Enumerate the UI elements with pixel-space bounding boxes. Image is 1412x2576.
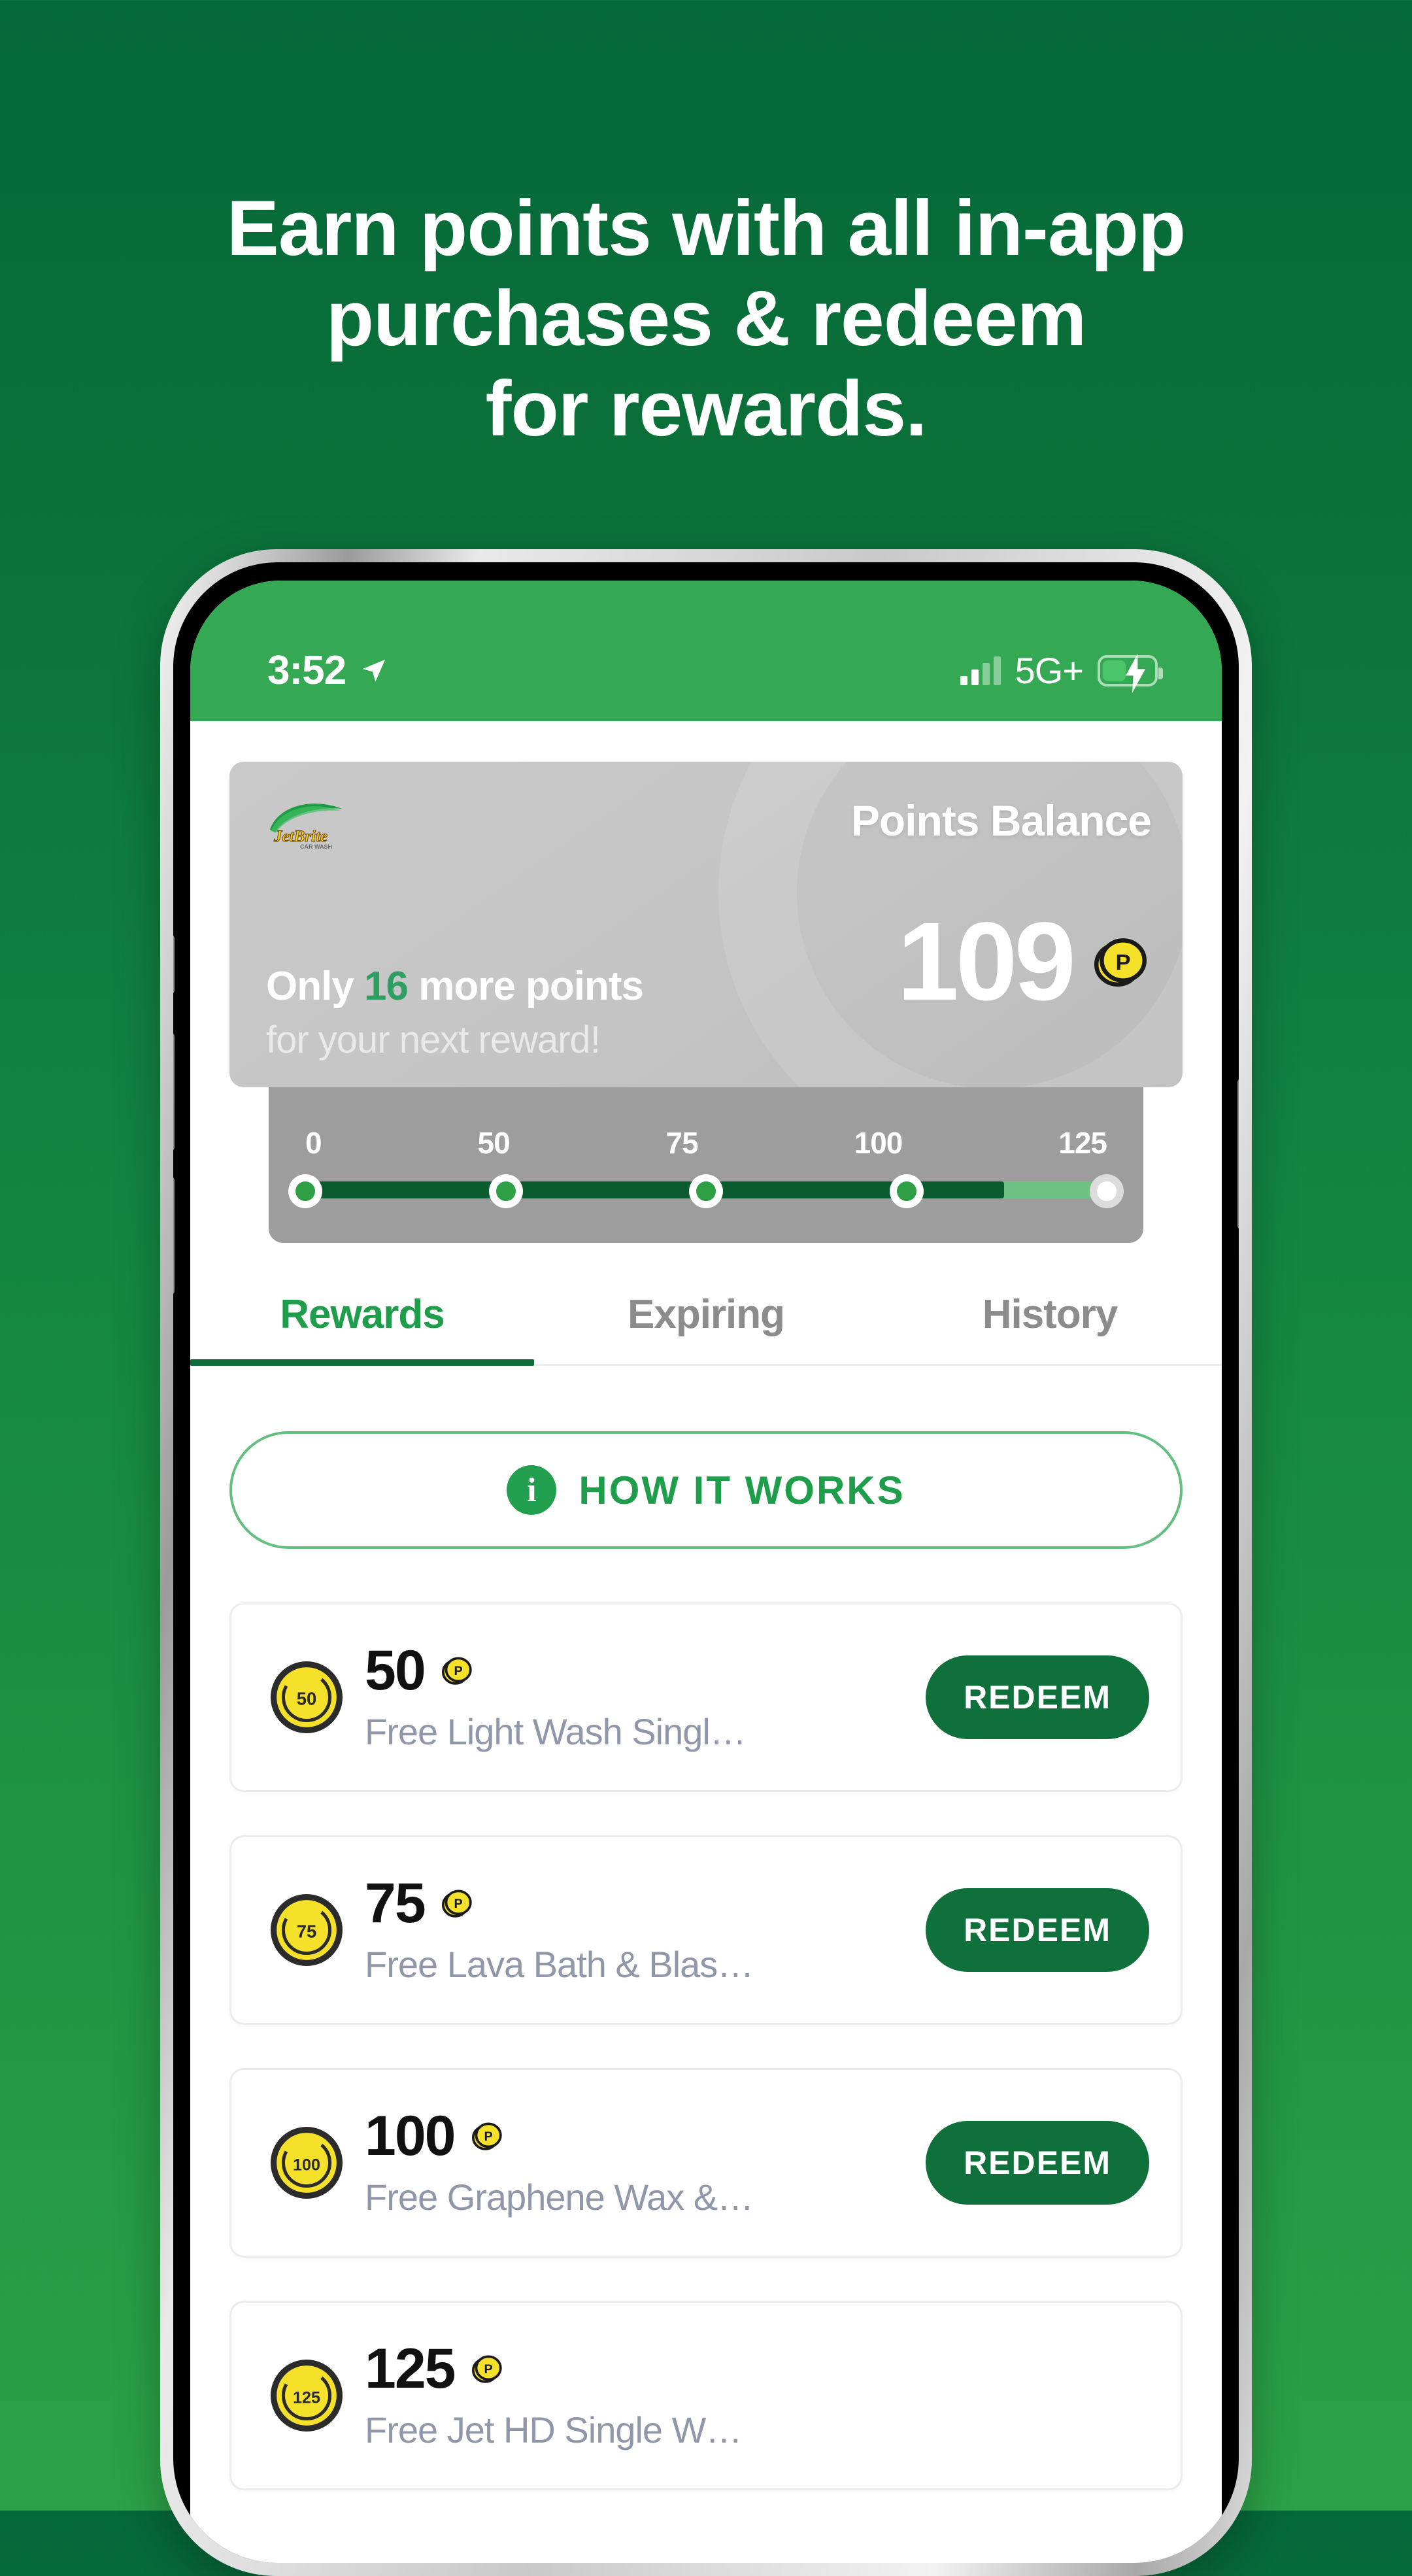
points-coin-icon: P bbox=[441, 1656, 472, 1685]
tick-label: 0 bbox=[305, 1126, 322, 1160]
reward-points-badge-icon: 100 bbox=[271, 2127, 343, 2199]
progress-tick-labels: 0 50 75 100 125 bbox=[305, 1125, 1107, 1161]
svg-text:CAR WASH: CAR WASH bbox=[300, 843, 332, 850]
milestone-knob-0[interactable] bbox=[288, 1174, 322, 1208]
power-button[interactable] bbox=[1237, 1079, 1239, 1229]
top-antenna-notch bbox=[684, 562, 707, 579]
points-coin-icon: P bbox=[441, 1889, 472, 1918]
tick-label: 50 bbox=[477, 1126, 510, 1160]
phone-mockup: 3:52 5G+ JetBrite CAR WASH Points Balanc… bbox=[160, 549, 1252, 2576]
reward-details: 125 P Free Jet HD Single W… bbox=[343, 2341, 1149, 2451]
reward-description: Free Light Wash Singl… bbox=[365, 1710, 747, 1752]
reward-points: 75 bbox=[365, 1871, 426, 1935]
status-bar: 3:52 5G+ bbox=[190, 581, 1222, 721]
reward-row[interactable]: 75 75 P Free Lava Bath & Blas… REDEEM bbox=[229, 1835, 1183, 2025]
headline-line-1: Earn points with all in-app bbox=[226, 184, 1186, 272]
reward-points-row: 100 P bbox=[365, 2108, 926, 2164]
milestone-knob-125[interactable] bbox=[1090, 1174, 1124, 1208]
milestone-knob-100[interactable] bbox=[889, 1174, 924, 1208]
reward-row[interactable]: 125 125 P Free Jet HD Single W… bbox=[229, 2301, 1183, 2490]
info-circle-icon: i bbox=[507, 1465, 557, 1515]
promo-headline: Earn points with all in-app purchases & … bbox=[0, 183, 1412, 454]
reward-description: Free Jet HD Single W… bbox=[365, 2409, 743, 2450]
tick-label: 100 bbox=[854, 1126, 903, 1160]
reward-details: 50 P Free Light Wash Singl… bbox=[343, 1642, 926, 1753]
reward-points-badge-icon: 125 bbox=[271, 2360, 343, 2432]
badge-points: 100 bbox=[293, 2156, 320, 2174]
only-suffix: more points bbox=[408, 964, 644, 1009]
milestone-knob-50[interactable] bbox=[488, 1174, 523, 1208]
volume-down-button[interactable] bbox=[173, 1177, 175, 1295]
status-clock: 3:52 bbox=[267, 648, 346, 693]
battery-charging-icon bbox=[1098, 653, 1163, 693]
badge-points: 50 bbox=[297, 1688, 317, 1708]
reward-points: 50 bbox=[365, 1638, 426, 1702]
points-coin-icon: P bbox=[1094, 938, 1147, 987]
charging-bolt-icon bbox=[1126, 653, 1145, 693]
milestone-knob-75[interactable] bbox=[689, 1174, 723, 1208]
badge-points: 75 bbox=[297, 1921, 317, 1941]
rewards-tab-bar: Rewards Expiring History bbox=[190, 1291, 1222, 1366]
phone-screen: 3:52 5G+ JetBrite CAR WASH Points Balanc… bbox=[190, 581, 1222, 2563]
reward-details: 75 P Free Lava Bath & Blas… bbox=[343, 1875, 926, 1986]
redeem-button[interactable]: REDEEM bbox=[926, 1888, 1149, 1972]
reward-points-badge-icon: 75 bbox=[271, 1894, 343, 1966]
points-progress-panel: 0 50 75 100 125 bbox=[269, 1087, 1143, 1243]
badge-points: 125 bbox=[293, 2388, 320, 2407]
rewards-list: 50 50 P Free Light Wash Singl… REDEEM 75… bbox=[190, 1602, 1222, 2490]
reward-points: 100 bbox=[365, 2104, 456, 2167]
volume-up-button[interactable] bbox=[173, 1033, 175, 1151]
headline-line-2: purchases & redeem bbox=[326, 275, 1087, 362]
svg-text:JetBrite: JetBrite bbox=[273, 828, 328, 845]
points-coin-icon: P bbox=[471, 2354, 502, 2383]
tab-history[interactable]: History bbox=[878, 1291, 1222, 1364]
network-label: 5G+ bbox=[1015, 650, 1084, 691]
redeem-button[interactable]: REDEEM bbox=[926, 1655, 1149, 1739]
location-arrow-icon bbox=[362, 659, 386, 682]
reward-details: 100 P Free Graphene Wax &… bbox=[343, 2108, 926, 2218]
tab-expiring[interactable]: Expiring bbox=[534, 1291, 878, 1364]
reward-points-row: 75 P bbox=[365, 1875, 926, 1931]
svg-text:P: P bbox=[484, 2129, 492, 2144]
how-it-works-label: HOW IT WORKS bbox=[579, 1468, 905, 1512]
points-needed-value: 16 bbox=[364, 964, 409, 1009]
status-bar-right: 5G+ bbox=[960, 649, 1163, 693]
reward-points-row: 125 P bbox=[365, 2341, 1149, 2397]
points-balance-value: 109 bbox=[897, 900, 1076, 1024]
headline-line-3: for rewards. bbox=[485, 365, 928, 452]
reward-description: Free Graphene Wax &… bbox=[365, 2176, 754, 2218]
points-coin-icon: P bbox=[471, 2122, 502, 2150]
progress-track[interactable] bbox=[288, 1174, 1124, 1208]
reward-points: 125 bbox=[365, 2337, 456, 2400]
next-reward-line: for your next reward! bbox=[266, 1019, 601, 1061]
reward-points-row: 50 P bbox=[365, 1642, 926, 1699]
status-bar-left: 3:52 bbox=[267, 647, 389, 694]
reward-points-badge-icon: 50 bbox=[271, 1661, 343, 1733]
points-card-wrapper: JetBrite CAR WASH Points Balance 109 P O… bbox=[190, 721, 1222, 1243]
jetbrite-car-wash-logo: JetBrite CAR WASH bbox=[270, 804, 342, 850]
reward-description: Free Lava Bath & Blas… bbox=[365, 1943, 754, 1985]
svg-text:P: P bbox=[454, 1897, 462, 1911]
points-needed-line: Only 16 more points bbox=[266, 963, 644, 1009]
reward-row[interactable]: 50 50 P Free Light Wash Singl… REDEEM bbox=[229, 1602, 1183, 1792]
points-balance-card: JetBrite CAR WASH Points Balance 109 P O… bbox=[229, 762, 1183, 1087]
reward-row[interactable]: 100 100 P Free Graphene Wax &… REDEEM bbox=[229, 2068, 1183, 2258]
svg-text:P: P bbox=[1115, 950, 1130, 975]
phone-bezel: 3:52 5G+ JetBrite CAR WASH Points Balanc… bbox=[173, 562, 1239, 2563]
svg-text:P: P bbox=[484, 2362, 492, 2377]
points-balance-label: Points Balance bbox=[850, 796, 1152, 845]
tab-rewards[interactable]: Rewards bbox=[190, 1291, 534, 1366]
tick-label: 75 bbox=[665, 1126, 699, 1160]
how-it-works-button[interactable]: i HOW IT WORKS bbox=[229, 1431, 1183, 1549]
svg-text:P: P bbox=[454, 1664, 462, 1678]
redeem-button[interactable]: REDEEM bbox=[926, 2121, 1149, 2205]
points-balance-value-row: 109 P bbox=[897, 900, 1154, 1024]
mute-switch[interactable] bbox=[173, 935, 175, 994]
signal-bars-icon bbox=[960, 656, 1001, 685]
tick-label: 125 bbox=[1058, 1126, 1107, 1160]
only-prefix: Only bbox=[266, 964, 365, 1009]
